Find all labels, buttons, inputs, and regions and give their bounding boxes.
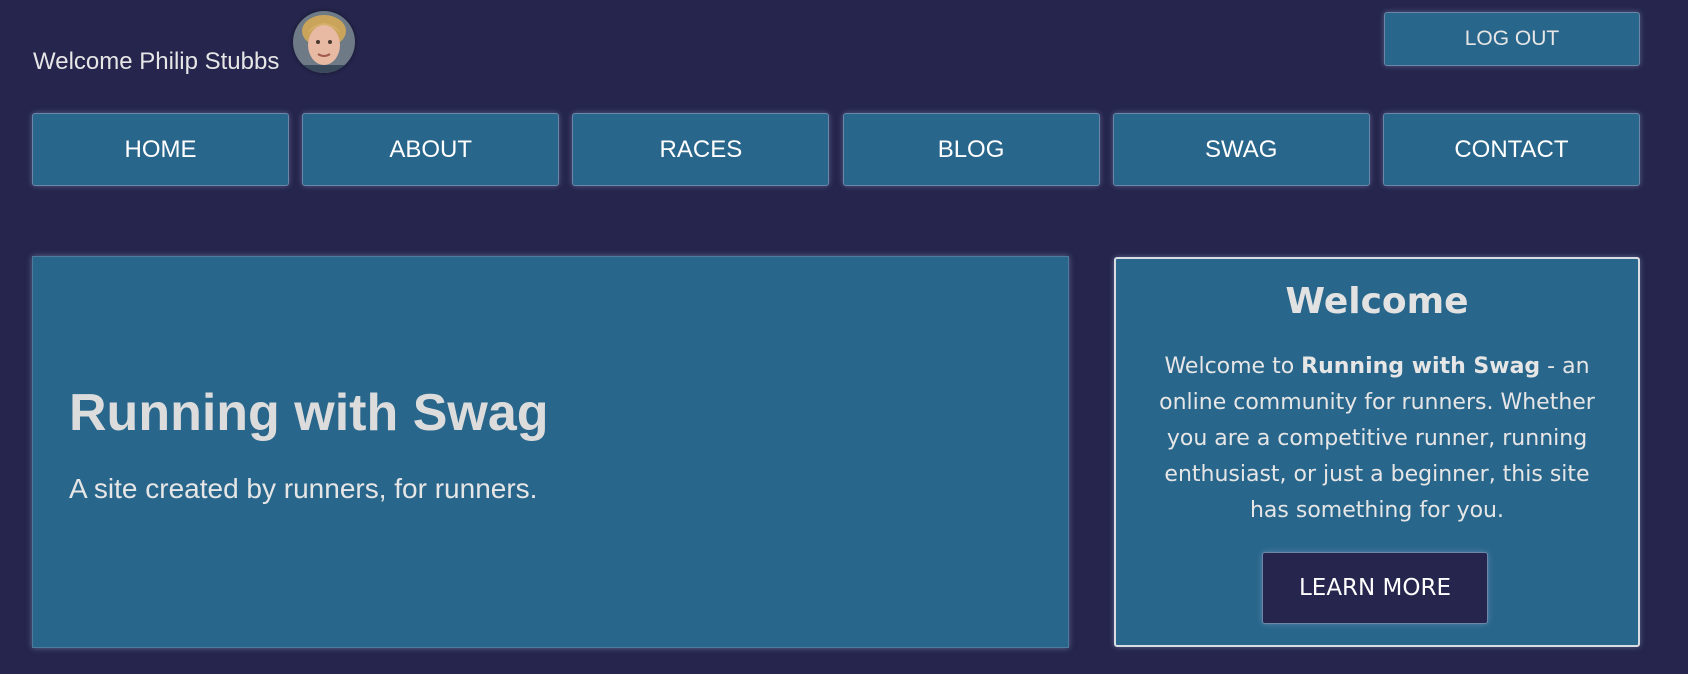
welcome-text-after: - an online community for runners. Wheth… bbox=[1159, 354, 1595, 523]
welcome-card-text: Welcome to Running with Swag - an online… bbox=[1146, 349, 1608, 529]
welcome-card-title: Welcome bbox=[1285, 281, 1469, 322]
hero-title: Running with Swag bbox=[69, 384, 549, 442]
welcome-card: Welcome Welcome to Running with Swag - a… bbox=[1114, 257, 1640, 647]
hero-subtitle: A site created by runners, for runners. bbox=[69, 473, 538, 504]
nav-item-races[interactable]: RACES bbox=[572, 113, 830, 186]
page: Welcome Philip Stubbs LOG OUT HOME ABOUT… bbox=[0, 0, 1688, 674]
nav-item-about[interactable]: ABOUT bbox=[302, 113, 560, 186]
welcome-text-before: Welcome to bbox=[1164, 354, 1302, 379]
avatar[interactable] bbox=[293, 11, 355, 73]
nav-item-home[interactable]: HOME bbox=[32, 113, 289, 186]
main-nav: HOME ABOUT RACES BLOG SWAG CONTACT bbox=[32, 113, 1640, 186]
hero-banner: Running with Swag A site created by runn… bbox=[32, 256, 1069, 648]
welcome-text-site-name: Running with Swag bbox=[1301, 354, 1541, 379]
nav-item-blog[interactable]: BLOG bbox=[842, 113, 1100, 186]
logout-button[interactable]: LOG OUT bbox=[1384, 12, 1640, 66]
nav-item-contact[interactable]: CONTACT bbox=[1382, 113, 1640, 186]
welcome-user-text: Welcome Philip Stubbs bbox=[33, 48, 280, 75]
avatar-icon bbox=[293, 11, 355, 73]
learn-more-button[interactable]: LEARN MORE bbox=[1262, 552, 1488, 624]
nav-item-swag[interactable]: SWAG bbox=[1112, 113, 1370, 186]
